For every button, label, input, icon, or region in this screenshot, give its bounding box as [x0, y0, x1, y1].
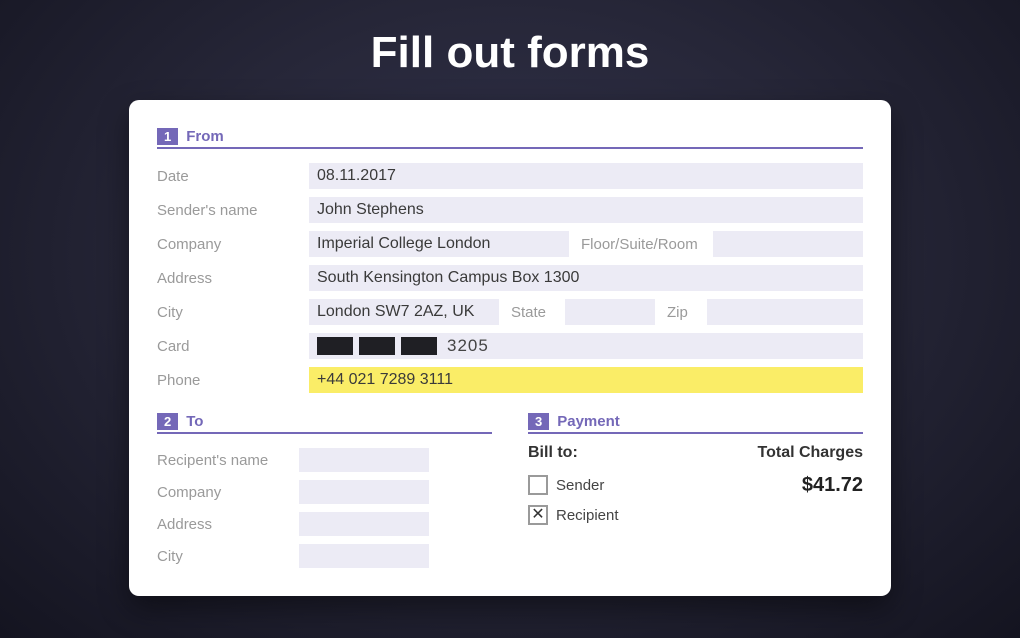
input-floor[interactable]: [713, 231, 863, 257]
section-head-payment: 3 Payment: [528, 413, 863, 434]
section-head-to: 2 To: [157, 413, 492, 434]
input-recipient-name[interactable]: [299, 448, 429, 472]
section-num-to: 2: [157, 413, 178, 430]
label-floor: Floor/Suite/Room: [581, 236, 701, 253]
label-option-sender: Sender: [556, 477, 604, 494]
section-to: 2 To Recipent's name Company Address Cit…: [157, 413, 492, 572]
total-value: $41.72: [802, 474, 863, 497]
label-date: Date: [157, 168, 297, 185]
input-zip[interactable]: [707, 299, 863, 325]
label-to-city: City: [157, 548, 287, 565]
input-address[interactable]: South Kensington Campus Box 1300: [309, 265, 863, 291]
label-option-recipient: Recipient: [556, 507, 619, 524]
label-bill-to: Bill to:: [528, 444, 578, 462]
section-head-from: 1 From: [157, 128, 863, 149]
page-title: Fill out forms: [0, 0, 1020, 100]
section-title-from: From: [186, 128, 224, 145]
label-address: Address: [157, 270, 297, 287]
input-date[interactable]: 08.11.2017: [309, 163, 863, 189]
label-card: Card: [157, 338, 297, 355]
label-recipient-name: Recipent's name: [157, 452, 287, 469]
label-zip: Zip: [667, 304, 695, 321]
label-state: State: [511, 304, 553, 321]
checkbox-sender[interactable]: [528, 475, 548, 495]
label-company: Company: [157, 236, 297, 253]
label-city: City: [157, 304, 297, 321]
section-title-to: To: [186, 413, 203, 430]
input-city[interactable]: London SW7 2AZ, UK: [309, 299, 499, 325]
card-mask-icon: [359, 337, 395, 355]
section-num-from: 1: [157, 128, 178, 145]
input-state[interactable]: [565, 299, 655, 325]
card-last4: 3205: [447, 336, 489, 356]
section-title-payment: Payment: [557, 413, 620, 430]
input-card[interactable]: 3205: [309, 333, 863, 359]
input-phone[interactable]: +44 021 7289 3111: [309, 367, 863, 393]
label-to-address: Address: [157, 516, 287, 533]
label-phone: Phone: [157, 372, 297, 389]
input-company[interactable]: Imperial College London: [309, 231, 569, 257]
section-payment: 3 Payment Bill to: Total Charges Sender …: [528, 413, 863, 572]
input-sender[interactable]: John Stephens: [309, 197, 863, 223]
label-sender: Sender's name: [157, 202, 297, 219]
form-card: 1 From Date 08.11.2017 Sender's name Joh…: [129, 100, 891, 596]
input-to-company[interactable]: [299, 480, 429, 504]
input-to-city[interactable]: [299, 544, 429, 568]
label-total: Total Charges: [758, 444, 864, 462]
label-to-company: Company: [157, 484, 287, 501]
card-mask-icon: [317, 337, 353, 355]
section-num-payment: 3: [528, 413, 549, 430]
input-to-address[interactable]: [299, 512, 429, 536]
card-mask-icon: [401, 337, 437, 355]
checkbox-recipient[interactable]: ✕: [528, 505, 548, 525]
